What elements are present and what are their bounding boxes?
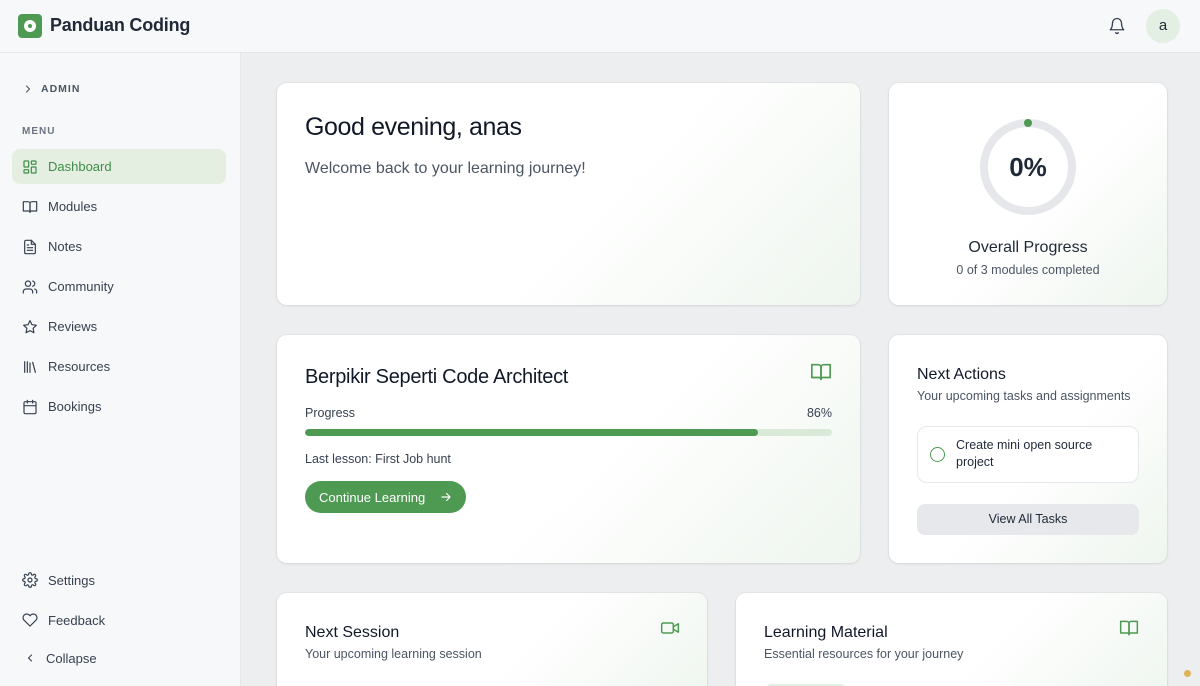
logo-icon[interactable]: [18, 14, 42, 38]
dashboard-icon: [23, 159, 37, 174]
sidebar-item-label: Dashboard: [48, 159, 112, 174]
greeting-card: Good evening, anas Welcome back to your …: [277, 83, 860, 305]
admin-toggle[interactable]: ADMIN: [22, 81, 80, 97]
book-icon: [1119, 620, 1139, 636]
learning-material-title: Learning Material: [764, 624, 888, 641]
sidebar-item-bookings[interactable]: Bookings: [12, 389, 226, 424]
next-session-subtitle: Your upcoming learning session: [305, 647, 482, 661]
course-card: Berpikir Seperti Code Architect Progress…: [277, 335, 860, 563]
menu-section-label: MENU: [22, 126, 56, 137]
sidebar-item-label: Notes: [48, 239, 82, 254]
sidebar-item-community[interactable]: Community: [12, 269, 226, 304]
overall-progress-title: Overall Progress: [968, 239, 1088, 256]
next-session-title: Next Session: [305, 624, 400, 641]
heart-icon: [22, 613, 38, 627]
sidebar-item-label: Bookings: [48, 399, 102, 414]
task-text: Create mini open source project: [956, 438, 1093, 469]
overall-progress-card: 0% Overall Progress 0 of 3 modules compl…: [889, 83, 1167, 305]
top-header: Panduan Coding a: [0, 0, 1200, 53]
sidebar-item-label: Resources: [48, 359, 111, 374]
sidebar-item-label: Modules: [48, 199, 98, 214]
next-actions-card: Next Actions Your upcoming tasks and ass…: [889, 335, 1167, 563]
book-icon: [22, 200, 38, 213]
avatar[interactable]: a: [1146, 9, 1180, 43]
learning-material-card: Learning Material Essential resources fo…: [736, 593, 1167, 686]
users-icon: [22, 279, 38, 294]
sidebar-item-resources[interactable]: Resources: [12, 349, 226, 384]
task-checkbox[interactable]: [930, 447, 945, 462]
calendar-icon: [23, 399, 37, 414]
video-icon: [660, 622, 680, 634]
sidebar-item-label: Reviews: [48, 319, 98, 334]
view-all-tasks-button[interactable]: View All Tasks: [917, 504, 1139, 535]
sidebar-collapse-button[interactable]: Collapse: [12, 643, 226, 673]
status-dot: [1184, 670, 1191, 677]
sidebar-item-modules[interactable]: Modules: [12, 189, 226, 224]
sidebar-item-reviews[interactable]: Reviews: [12, 309, 226, 344]
bell-icon[interactable]: [1108, 17, 1126, 35]
sidebar: ADMIN MENU Dashboard Modules Notes Commu…: [0, 53, 241, 686]
file-text-icon: [24, 239, 36, 254]
next-actions-title: Next Actions: [917, 366, 1006, 383]
gear-icon: [22, 572, 38, 588]
continue-learning-label: Continue Learning: [319, 489, 426, 505]
greeting-title: Good evening, anas: [305, 113, 522, 141]
progress-value: 86%: [806, 406, 832, 420]
library-icon: [24, 360, 36, 373]
last-lesson: Last lesson: First Job hunt: [305, 452, 451, 466]
greeting-subtitle: Welcome back to your learning journey!: [305, 160, 586, 177]
progress-label: Progress: [305, 406, 356, 420]
admin-label: ADMIN: [41, 83, 81, 95]
course-title: Berpikir Seperti Code Architect: [305, 366, 569, 388]
sidebar-item-label: Feedback: [48, 612, 106, 628]
sidebar-item-label: Collapse: [46, 650, 97, 666]
next-session-card: Next Session Your upcoming learning sess…: [277, 593, 707, 686]
arrow-right-icon: [441, 492, 451, 502]
progress-bar-fill: [305, 429, 759, 436]
learning-material-subtitle: Essential resources for your journey: [764, 647, 964, 661]
sidebar-item-label: Community: [48, 279, 114, 294]
sidebar-item-settings[interactable]: Settings: [12, 565, 226, 595]
sidebar-item-feedback[interactable]: Feedback: [12, 605, 226, 635]
book-icon: [811, 363, 831, 381]
sidebar-item-label: Settings: [48, 572, 95, 588]
continue-learning-button[interactable]: Continue Learning: [305, 481, 466, 513]
chevron-left-icon: [27, 654, 33, 662]
chevron-right-icon: [25, 85, 31, 93]
star-icon: [23, 319, 37, 333]
overall-percent: 0%: [1009, 152, 1047, 182]
brand-name[interactable]: Panduan Coding: [50, 15, 190, 36]
sidebar-item-notes[interactable]: Notes: [12, 229, 226, 264]
progress-bar: [305, 429, 832, 436]
task-item[interactable]: Create mini open source project: [917, 426, 1139, 483]
overall-progress-subtitle: 0 of 3 modules completed: [956, 263, 1100, 277]
next-actions-subtitle: Your upcoming tasks and assignments: [917, 389, 1131, 403]
sidebar-item-dashboard[interactable]: Dashboard: [12, 149, 226, 184]
